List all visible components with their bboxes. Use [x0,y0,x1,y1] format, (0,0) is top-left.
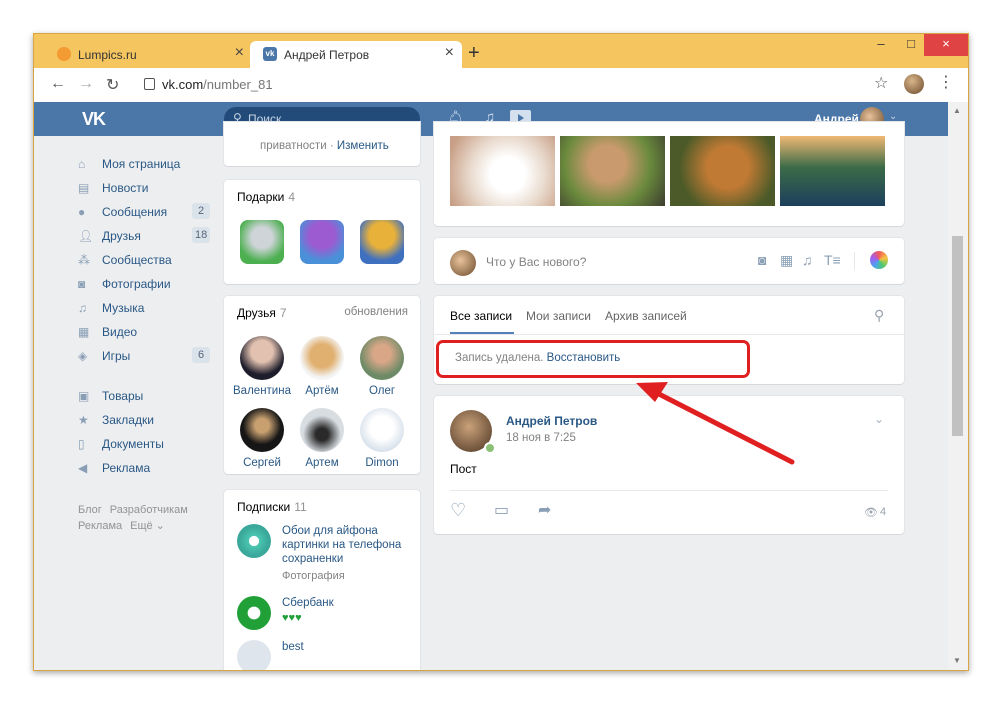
annotation-arrow [636,382,795,465]
